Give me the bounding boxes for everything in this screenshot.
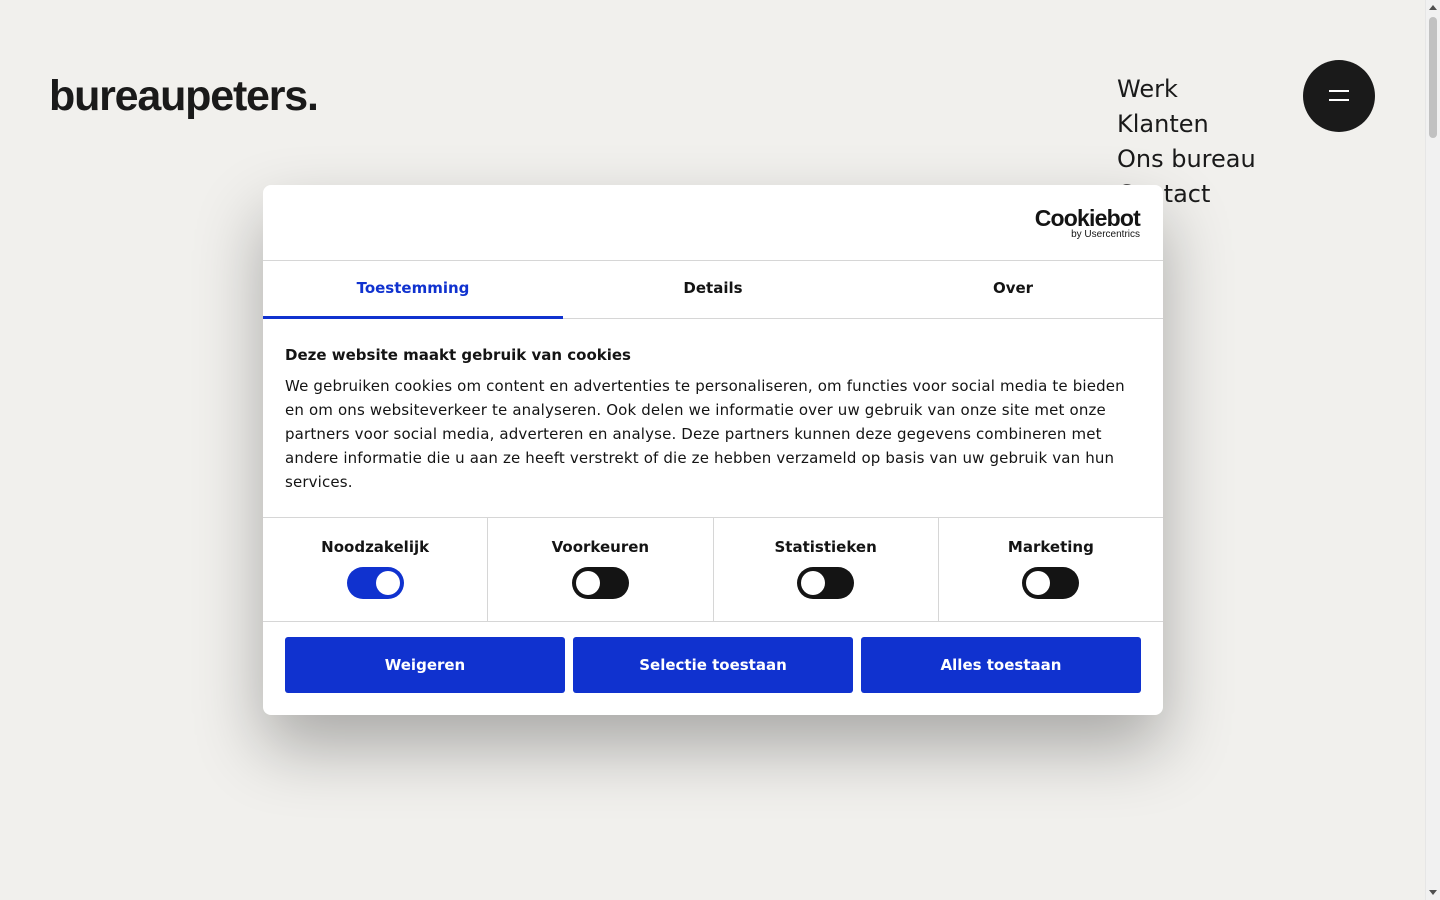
toggle-cell-statistieken: Statistieken [714,518,939,621]
toggle-knob [1026,571,1051,595]
toggle-marketing[interactable] [1022,567,1080,599]
cookie-consent-dialog: Cookiebot by Usercentrics Toestemming De… [263,185,1163,715]
scroll-thumb[interactable] [1429,17,1437,138]
scrollbar[interactable] [1425,0,1440,900]
hamburger-icon-bar [1329,99,1349,101]
dialog-text: We gebruiken cookies om content en adver… [285,377,1125,491]
hamburger-icon [1329,90,1349,92]
tab-toestemming[interactable]: Toestemming [263,261,563,319]
nav-item-ons-bureau[interactable]: Ons bureau [1117,142,1256,177]
toggle-knob [375,571,400,595]
toggle-cell-noodzakelijk: Noodzakelijk [263,518,489,621]
cookiebot-logo[interactable]: Cookiebot by Usercentrics [1034,205,1141,240]
toggle-knob [575,571,600,595]
toggle-label-voorkeuren: Voorkeuren [551,538,650,556]
tab-over[interactable]: Over [863,261,1163,318]
toggle-cell-voorkeuren: Voorkeuren [488,518,714,621]
page: bureaupeters. Werk Klanten Ons bureau Co… [0,0,1440,900]
dialog-body: Deze website maakt gebruik van cookies W… [263,319,1163,518]
toggle-cell-marketing: Marketing [939,518,1163,621]
dialog-tabs: Toestemming Details Over [263,261,1163,319]
cookiebot-logo-sub: by Usercentrics [1071,229,1140,240]
toggle-voorkeuren[interactable] [571,567,629,599]
toggle-knob [801,571,826,595]
tab-details[interactable]: Details [563,261,863,318]
toggle-label-noodzakelijk: Noodzakelijk [321,538,430,556]
nav-item-werk[interactable]: Werk [1117,72,1256,107]
menu-button[interactable] [1303,60,1375,132]
allow-selection-button[interactable]: Selectie toestaan [573,637,853,693]
scroll-up-icon[interactable] [1429,5,1437,10]
toggle-label-marketing: Marketing [1007,538,1094,556]
cookiebot-logo-name: Cookiebot [1034,205,1141,231]
toggle-statistieken[interactable] [797,567,855,599]
toggle-noodzakelijk[interactable] [346,567,404,599]
site-logo[interactable]: bureaupeters. [49,70,319,122]
scroll-down-icon[interactable] [1429,890,1437,895]
dialog-heading: Deze website maakt gebruik van cookies [285,346,631,364]
nav-item-klanten[interactable]: Klanten [1117,107,1256,142]
reject-button[interactable]: Weigeren [285,637,565,693]
toggle-label-statistieken: Statistieken [774,538,877,556]
allow-all-button[interactable]: Alles toestaan [861,637,1141,693]
consent-toggles: Noodzakelijk Voorkeuren Statistieken Mar… [263,518,1163,622]
dialog-buttons: Weigeren Selectie toestaan Alles toestaa… [263,622,1163,693]
dialog-header: Cookiebot by Usercentrics [263,185,1163,261]
